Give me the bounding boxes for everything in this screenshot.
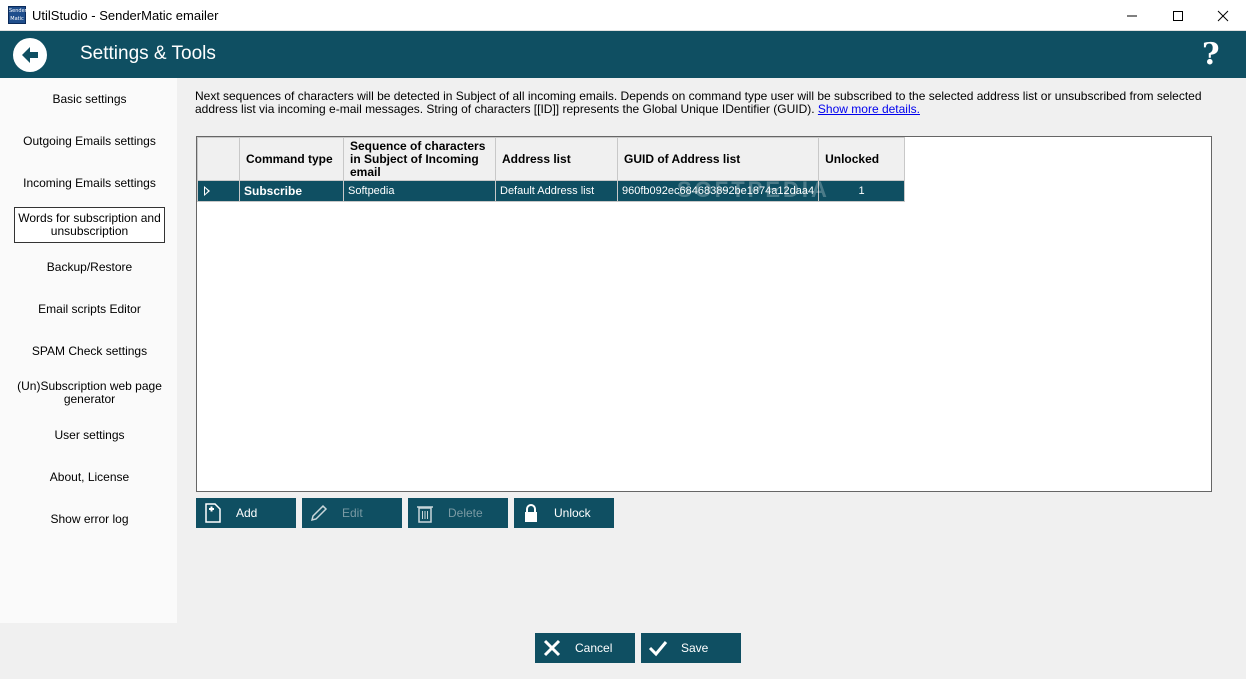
sidebar-item-words-subscription[interactable]: Words for subscription and unsubscriptio… — [14, 207, 165, 243]
table-row[interactable]: Subscribe Softpedia Default Address list… — [197, 180, 906, 202]
cell-address-list[interactable]: Default Address list — [495, 180, 618, 202]
commands-grid[interactable]: Command type Sequence of characters in S… — [196, 136, 1212, 492]
column-header-address-list[interactable]: Address list — [495, 137, 618, 181]
add-button-label: Add — [236, 506, 258, 520]
maximize-icon — [1173, 10, 1183, 21]
lock-icon — [525, 504, 537, 522]
pencil-icon — [310, 504, 328, 522]
sidebar-item-backup-restore[interactable]: Backup/Restore — [14, 249, 165, 285]
show-details-link[interactable]: Show more details. — [818, 102, 920, 116]
settings-header: Settings & Tools ? — [0, 31, 1246, 78]
add-button[interactable]: Add — [196, 498, 296, 528]
column-header-command-type[interactable]: Command type — [239, 137, 344, 181]
sidebar-item-outgoing-emails[interactable]: Outgoing Emails settings — [14, 123, 165, 159]
save-button[interactable]: Save — [641, 633, 741, 663]
cell-command-type[interactable]: Subscribe — [239, 180, 344, 202]
page-title: Settings & Tools — [80, 43, 216, 64]
column-header-sequence[interactable]: Sequence of characters in Subject of Inc… — [343, 137, 496, 181]
column-header-unlocked[interactable]: Unlocked — [818, 137, 906, 181]
maximize-button[interactable] — [1155, 0, 1201, 31]
row-selector[interactable] — [197, 180, 240, 202]
cancel-button-label: Cancel — [575, 641, 613, 655]
minimize-button[interactable] — [1109, 0, 1155, 31]
edit-button-label: Edit — [342, 506, 363, 520]
table-header-row: Command type Sequence of characters in S… — [197, 137, 906, 181]
delete-button-label: Delete — [448, 506, 483, 520]
sidebar-item-email-scripts[interactable]: Email scripts Editor — [14, 291, 165, 327]
save-button-label: Save — [681, 641, 709, 655]
sidebar-item-incoming-emails[interactable]: Incoming Emails settings — [14, 165, 165, 201]
cell-sequence[interactable]: Softpedia — [343, 180, 496, 202]
description-text: Next sequences of characters will be det… — [195, 90, 1215, 116]
close-icon — [1217, 10, 1229, 21]
sidebar: Basic settings Outgoing Emails settings … — [0, 78, 177, 623]
window-title: UtilStudio - SenderMatic emailer — [32, 8, 219, 23]
help-button[interactable]: ? — [1202, 37, 1220, 72]
cancel-x-icon — [543, 639, 561, 657]
commands-table: Command type Sequence of characters in S… — [197, 137, 906, 202]
delete-button[interactable]: Delete — [408, 498, 508, 528]
sidebar-item-basic-settings[interactable]: Basic settings — [14, 81, 165, 117]
title-bar: Sender Matic UtilStudio - SenderMatic em… — [0, 0, 1246, 31]
unlock-button-label: Unlock — [554, 506, 591, 520]
back-button[interactable] — [13, 38, 47, 72]
add-document-icon — [205, 503, 221, 523]
unlock-button[interactable]: Unlock — [514, 498, 614, 528]
cancel-button[interactable]: Cancel — [535, 633, 635, 663]
close-button[interactable] — [1200, 0, 1246, 31]
sidebar-item-user-settings[interactable]: User settings — [14, 417, 165, 453]
row-pointer-icon — [204, 186, 210, 196]
sidebar-item-error-log[interactable]: Show error log — [14, 501, 165, 537]
sidebar-item-subscription-page[interactable]: (Un)Subscription web page generator — [14, 375, 165, 411]
column-header-guid[interactable]: GUID of Address list — [616, 137, 820, 181]
cell-unlocked[interactable]: 1 — [818, 180, 906, 202]
sidebar-item-about-license[interactable]: About, License — [14, 459, 165, 495]
edit-button[interactable]: Edit — [302, 498, 402, 528]
checkmark-icon — [648, 641, 668, 657]
cell-guid[interactable]: 960fb092ec684683892be1874a12daa4 — [616, 180, 820, 202]
trash-icon — [417, 506, 433, 523]
description-body: Next sequences of characters will be det… — [195, 89, 1202, 116]
row-header-corner — [197, 137, 240, 181]
sidebar-item-spam-check[interactable]: SPAM Check settings — [14, 333, 165, 369]
app-icon: Sender Matic — [8, 6, 27, 24]
arrow-left-icon — [22, 47, 38, 63]
minimize-icon — [1127, 15, 1137, 16]
